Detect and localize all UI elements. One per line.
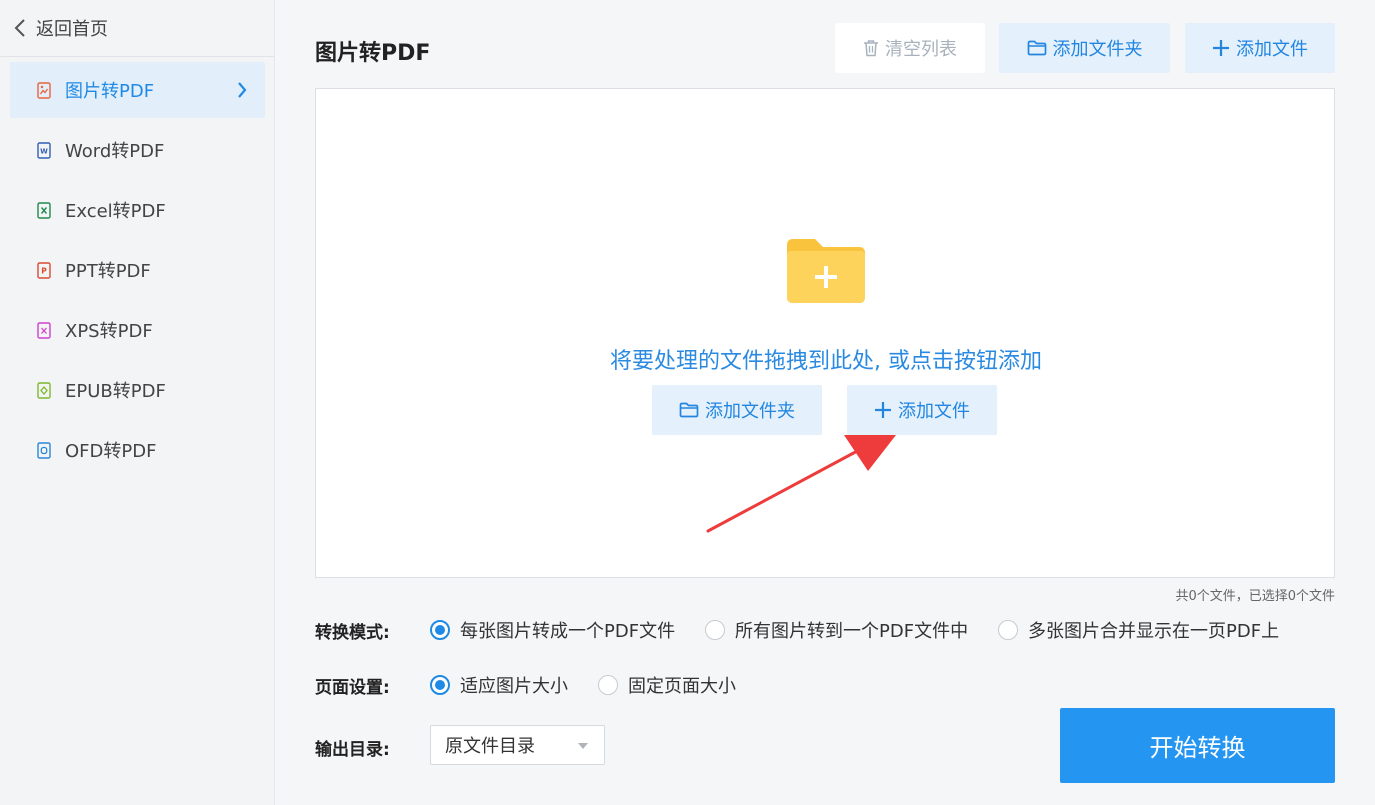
sidebar-item-label: Excel转PDF [65,201,166,222]
back-home-label: 返回首页 [36,19,108,40]
radio-dot [705,620,725,640]
sidebar-nav: 图片转PDF W Word转PDF Excel转PDF P PPT转PDF XP… [10,62,265,482]
page-title: 图片转PDF [315,41,431,66]
clear-list-button[interactable]: 清空列表 [835,23,985,73]
sidebar: 返回首页 图片转PDF W Word转PDF Excel转PDF P PPT转P… [0,0,275,805]
chevron-left-icon [14,19,25,37]
svg-text:P: P [41,266,47,275]
folder-icon [679,402,699,418]
add-folder-button[interactable]: 添加文件夹 [999,23,1170,73]
word-file-icon: W [37,141,51,159]
ofd-file-icon [37,441,51,459]
sidebar-item-label: OFD转PDF [65,441,157,462]
folder-icon [1027,40,1046,56]
radio-all-images-one-pdf[interactable]: 所有图片转到一个PDF文件中 [705,617,968,643]
sidebar-item-label: EPUB转PDF [65,381,166,402]
back-home-button[interactable]: 返回首页 [0,0,274,57]
sidebar-item-label: Word转PDF [65,141,165,162]
radio-dot [998,620,1018,640]
output-dir-label: 输出目录: [315,740,390,760]
radio-merge-images-one-page[interactable]: 多张图片合并显示在一页PDF上 [998,617,1279,643]
sidebar-item-word-to-pdf[interactable]: W Word转PDF [10,122,265,178]
radio-label: 固定页面大小 [628,676,736,697]
radio-label: 多张图片合并显示在一页PDF上 [1028,621,1280,642]
file-count-text: 共0个文件，已选择0个文件 [1175,589,1335,604]
sidebar-item-xps-to-pdf[interactable]: XPS转PDF [10,302,265,358]
sidebar-item-excel-to-pdf[interactable]: Excel转PDF [10,182,265,238]
add-file-label: 添加文件 [1236,39,1308,60]
excel-file-icon [37,201,51,219]
main-panel: 图片转PDF 清空列表 添加文件夹 添加文件 将要处理的文件拖拽到此处, 或点击… [275,0,1375,805]
plus-icon [875,402,891,418]
sidebar-item-label: 图片转PDF [65,81,155,102]
sidebar-item-ofd-to-pdf[interactable]: OFD转PDF [10,422,265,478]
xps-file-icon [37,321,51,339]
drop-zone[interactable]: 将要处理的文件拖拽到此处, 或点击按钮添加 添加文件夹 添加文件 [315,88,1335,578]
folder-add-icon [787,239,865,303]
svg-text:W: W [40,147,48,155]
radio-each-image-one-pdf[interactable]: 每张图片转成一个PDF文件 [430,617,675,643]
add-file-button[interactable]: 添加文件 [1185,23,1335,73]
caret-down-icon [578,743,588,749]
sidebar-item-epub-to-pdf[interactable]: EPUB转PDF [10,362,265,418]
page-setting-label: 页面设置: [315,678,390,698]
sidebar-item-ppt-to-pdf[interactable]: P PPT转PDF [10,242,265,298]
radio-fit-image-size[interactable]: 适应图片大小 [430,672,568,698]
radio-dot [430,675,450,695]
plus-icon [1213,40,1229,56]
output-dir-select[interactable]: 原文件目录 [430,725,605,765]
radio-dot [430,620,450,640]
radio-fixed-page-size[interactable]: 固定页面大小 [598,672,736,698]
red-arrow-annotation [706,435,896,533]
convert-mode-label: 转换模式: [315,623,390,643]
drop-hint-text: 将要处理的文件拖拽到此处, 或点击按钮添加 [610,349,1042,374]
sidebar-item-label: PPT转PDF [65,261,151,282]
radio-dot [598,675,618,695]
sidebar-item-label: XPS转PDF [65,321,153,342]
ppt-file-icon: P [37,261,51,279]
trash-icon [864,40,878,57]
radio-label: 适应图片大小 [460,676,568,697]
epub-file-icon [37,381,51,399]
start-convert-button[interactable]: 开始转换 [1060,708,1335,783]
dropzone-add-file-label: 添加文件 [898,401,970,422]
sidebar-item-image-to-pdf[interactable]: 图片转PDF [10,62,265,118]
clear-list-label: 清空列表 [885,39,957,60]
radio-label: 每张图片转成一个PDF文件 [460,621,676,642]
chevron-right-icon [238,82,247,98]
image-file-icon [37,81,51,99]
radio-label: 所有图片转到一个PDF文件中 [735,621,969,642]
output-dir-value: 原文件目录 [445,736,535,757]
add-folder-label: 添加文件夹 [1052,39,1143,60]
